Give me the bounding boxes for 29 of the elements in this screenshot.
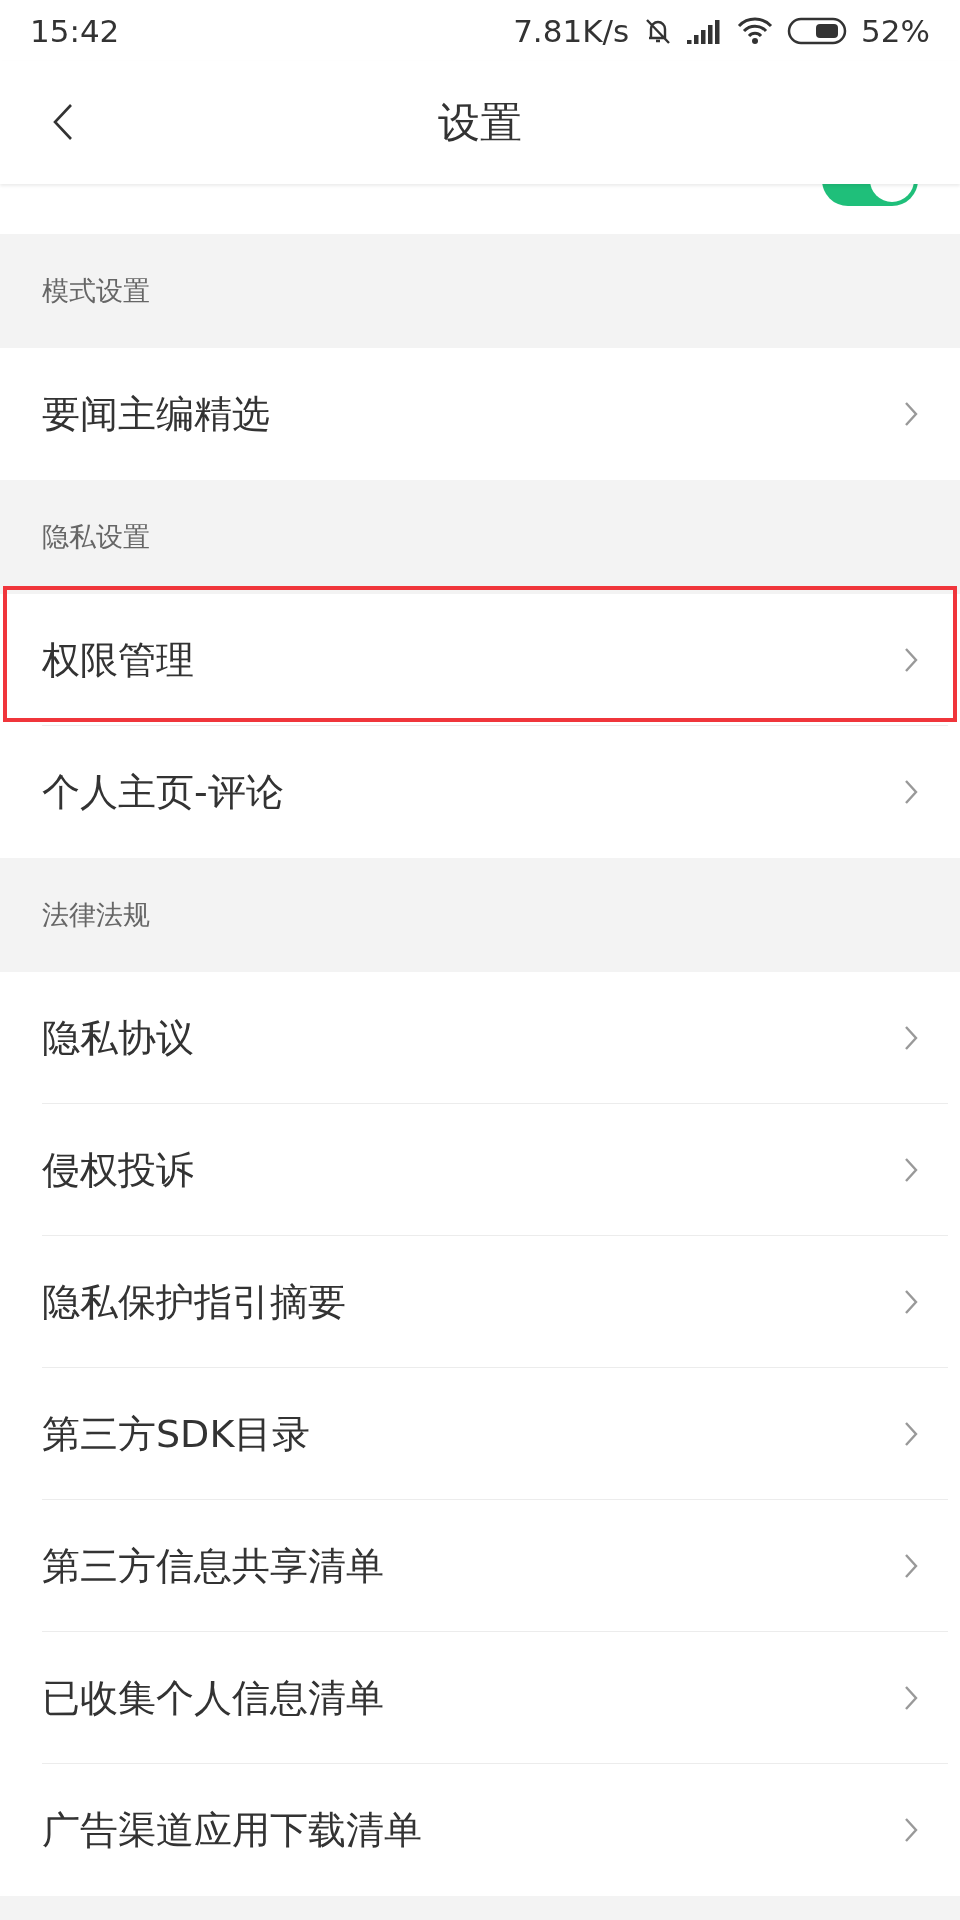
chevron-right-icon (904, 1289, 918, 1315)
settings-item[interactable]: 隐私保护指引摘要 (42, 1276, 904, 1328)
page-title: 设置 (438, 96, 522, 149)
wifi-icon (737, 16, 774, 45)
settings-item[interactable]: 个人主页-评论 (42, 766, 904, 818)
chevron-right-icon (904, 1421, 918, 1447)
chevron-right-icon (904, 1157, 918, 1183)
back-icon[interactable] (52, 103, 74, 141)
chevron-right-icon (904, 401, 918, 427)
section-title: 隐私设置 (42, 520, 150, 554)
settings-item[interactable]: 权限管理 (42, 634, 904, 686)
battery-percent: 52% (861, 12, 930, 49)
network-speed: 7.81K/s (513, 12, 630, 49)
settings-item[interactable]: 已收集个人信息清单 (42, 1672, 904, 1724)
settings-item[interactable]: 侵权投诉 (42, 1144, 904, 1196)
chevron-right-icon (904, 647, 918, 673)
settings-item[interactable]: 第三方SDK目录 (42, 1408, 904, 1460)
chevron-right-icon (904, 779, 918, 805)
chevron-right-icon (904, 1553, 918, 1579)
battery-icon (787, 16, 848, 45)
chevron-right-icon (904, 1817, 918, 1843)
settings-item[interactable]: 第三方信息共享清单 (42, 1540, 904, 1592)
settings-item[interactable]: 广告渠道应用下载清单 (42, 1804, 904, 1856)
chevron-right-icon (904, 1025, 918, 1051)
chevron-right-icon (904, 1685, 918, 1711)
status-time: 15:42 (30, 12, 120, 49)
section-title: 法律法规 (42, 898, 150, 932)
settings-item[interactable]: 隐私协议 (42, 1012, 904, 1064)
section-title: 模式设置 (42, 274, 150, 308)
